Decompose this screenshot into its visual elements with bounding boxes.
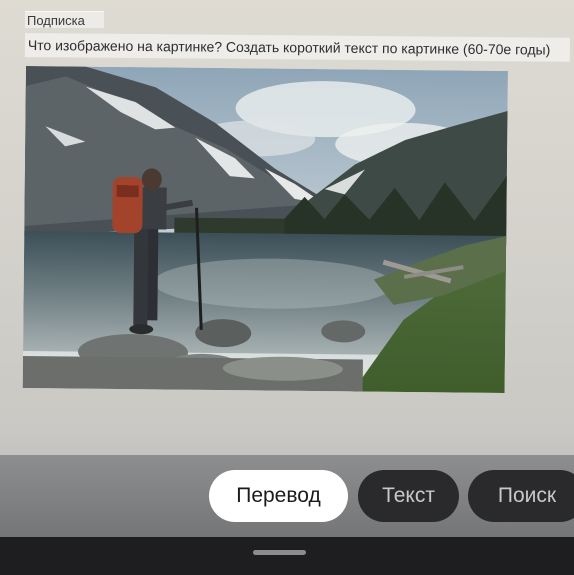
hiker-photo	[22, 66, 508, 394]
caption-label: Подписка	[25, 11, 104, 28]
system-nav-bar	[0, 537, 574, 575]
translate-button[interactable]: Перевод	[209, 470, 348, 522]
lens-screen: Подписка Что изображено на картинке? Соз…	[0, 0, 574, 575]
text-button[interactable]: Текст	[358, 470, 459, 522]
question-text: Что изображено на картинке? Создать коро…	[24, 33, 570, 62]
search-button[interactable]: Поиск	[468, 470, 574, 522]
gesture-handle[interactable]	[253, 550, 306, 555]
